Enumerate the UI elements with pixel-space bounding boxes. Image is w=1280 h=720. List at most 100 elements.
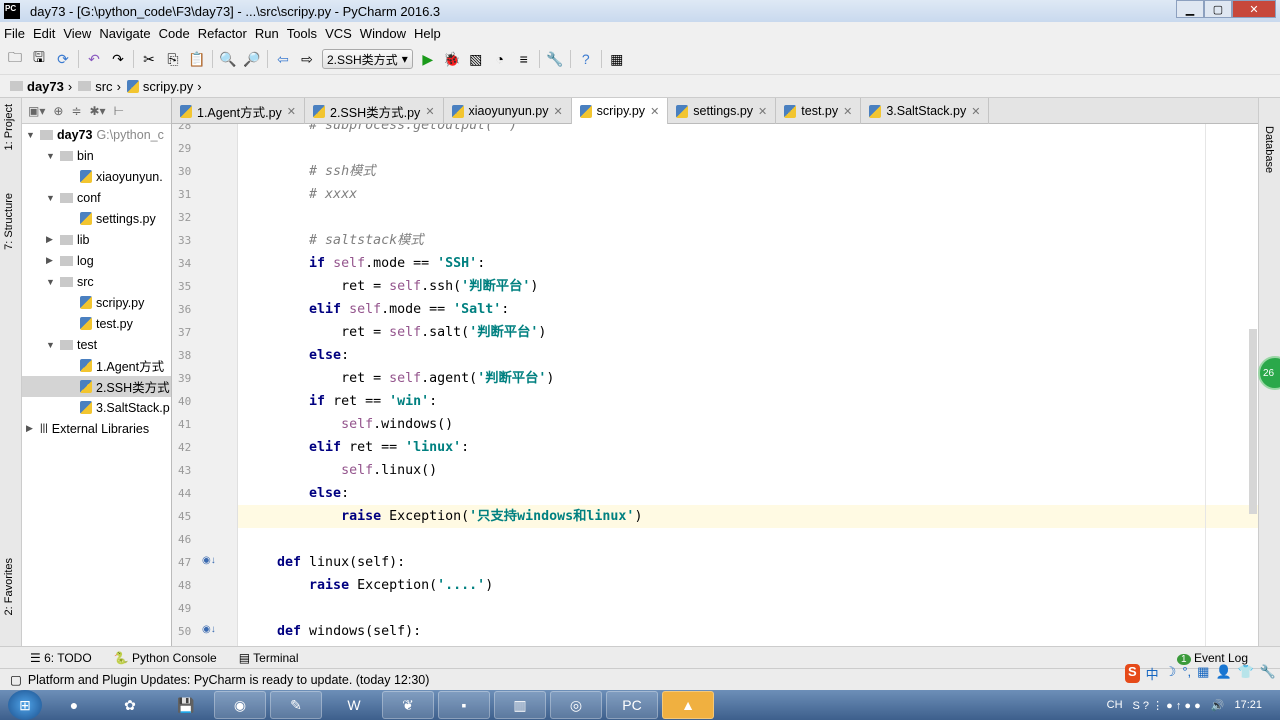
replace-icon[interactable]: 🔎 bbox=[243, 50, 261, 68]
find-icon[interactable]: 🔍 bbox=[219, 50, 237, 68]
locate-icon[interactable]: ⊕ bbox=[53, 104, 63, 118]
tree-item[interactable]: 1.Agent方式 bbox=[22, 355, 171, 376]
tab-settingspy[interactable]: settings.py ✕ bbox=[668, 98, 777, 124]
hide-icon[interactable]: ⊢ bbox=[114, 104, 124, 118]
settings-icon[interactable]: 🔧 bbox=[546, 50, 564, 68]
tree-item[interactable]: 2.SSH类方式 bbox=[22, 376, 171, 397]
menu-help[interactable]: Help bbox=[414, 26, 441, 41]
back-icon[interactable]: ⇦ bbox=[274, 50, 292, 68]
ime-icon[interactable]: 🔧 bbox=[1260, 664, 1276, 683]
tab-3saltstackpy[interactable]: 3.SaltStack.py ✕ bbox=[861, 98, 990, 124]
language-indicator[interactable]: CH bbox=[1107, 699, 1123, 711]
code-editor[interactable]: 28 29 30 31 32 33 34 35 36 37 38 39 40 41 42 43 44 45 46 47… bbox=[172, 124, 1258, 646]
code-line[interactable]: if ret == 'win': bbox=[245, 390, 437, 413]
tree-item[interactable]: ▶ log bbox=[22, 250, 171, 271]
close-icon[interactable]: ✕ bbox=[758, 105, 767, 118]
chevron-right-icon[interactable]: ▶ bbox=[46, 234, 56, 245]
tree-item[interactable]: ▼ day73 G:\python_c bbox=[22, 124, 171, 145]
profile-icon[interactable]: ◔ bbox=[491, 50, 509, 68]
taskbar-app-icon[interactable]: ❦ bbox=[382, 691, 434, 719]
taskbar-app-icon[interactable]: ● bbox=[50, 691, 98, 719]
tree-item[interactable]: ▶ lib bbox=[22, 229, 171, 250]
close-icon[interactable]: ✕ bbox=[553, 105, 562, 118]
run-config-select[interactable]: 2.SSH类方式 ▾ bbox=[322, 49, 413, 69]
taskbar-app-icon[interactable]: ▲ bbox=[662, 691, 714, 719]
code-line[interactable]: # xxxx bbox=[245, 183, 357, 206]
tree-item[interactable]: 3.SaltStack.p bbox=[22, 397, 171, 418]
tab-1agentpy[interactable]: 1.Agent方式.py ✕ bbox=[172, 98, 305, 124]
taskbar-app-icon[interactable]: ✿ bbox=[106, 691, 154, 719]
help-icon[interactable]: ? bbox=[577, 50, 595, 68]
volume-icon[interactable]: 🔊 bbox=[1211, 699, 1225, 712]
code-line[interactable]: raise Exception('只支持windows和linux') bbox=[245, 505, 642, 528]
open-icon[interactable]: 🗀 bbox=[6, 49, 24, 68]
code-line[interactable]: # subprocess.getoutput('') bbox=[245, 124, 517, 137]
tool-window-project[interactable]: 1: Project bbox=[3, 104, 15, 150]
chevron-down-icon[interactable]: ▼ bbox=[46, 277, 56, 287]
tree-item[interactable]: ▼ bin bbox=[22, 145, 171, 166]
tab-testpy[interactable]: test.py ✕ bbox=[776, 98, 862, 124]
copy-icon[interactable]: ⎘ bbox=[164, 50, 182, 68]
close-icon[interactable]: ✕ bbox=[650, 105, 659, 118]
tool-window-database[interactable]: Database bbox=[1263, 126, 1275, 173]
tree-item[interactable]: ▼ conf bbox=[22, 187, 171, 208]
editor-scrollbar[interactable] bbox=[1249, 329, 1257, 514]
tree-item[interactable]: xiaoyunyun. bbox=[22, 166, 171, 187]
tree-item[interactable]: ▶ ||| External Libraries bbox=[22, 418, 171, 439]
paste-icon[interactable]: 📋 bbox=[188, 50, 206, 68]
taskbar-pycharm[interactable]: PC bbox=[606, 691, 658, 719]
code-line[interactable]: self.windows() bbox=[245, 413, 453, 436]
ime-icon[interactable]: S bbox=[1124, 664, 1140, 683]
tool-window-structure[interactable]: 7: Structure bbox=[3, 193, 15, 250]
chevron-down-icon[interactable]: ▼ bbox=[46, 193, 56, 203]
clock[interactable]: 17:21 bbox=[1234, 699, 1262, 711]
code-line[interactable]: elif ret == 'linux': bbox=[245, 436, 469, 459]
tab-2sshpy[interactable]: 2.SSH类方式.py ✕ bbox=[305, 98, 444, 124]
undo-icon[interactable]: ↶ bbox=[85, 50, 103, 68]
todo-tool-button[interactable]: ☰ 6: TODO bbox=[30, 651, 92, 665]
menu-tools[interactable]: Tools bbox=[287, 26, 317, 41]
close-icon[interactable]: ✕ bbox=[843, 105, 852, 118]
code-line[interactable]: def linux(self): bbox=[245, 551, 405, 574]
menu-vcs[interactable]: VCS bbox=[325, 26, 352, 41]
tray-icon[interactable]: S ? ⋮ ● ↑ ● ● bbox=[1133, 699, 1201, 712]
menu-run[interactable]: Run bbox=[255, 26, 279, 41]
code-line[interactable]: # saltstack模式 bbox=[245, 229, 424, 252]
code-line[interactable]: ret = self.salt('判断平台') bbox=[245, 321, 546, 344]
code-line[interactable]: self.linux() bbox=[245, 459, 437, 482]
ime-icon[interactable]: 👕 bbox=[1238, 664, 1254, 683]
ime-icon[interactable]: ▦ bbox=[1197, 664, 1209, 683]
start-button[interactable]: ⊞ bbox=[8, 690, 42, 720]
taskbar-notepad[interactable]: ✎ bbox=[270, 691, 322, 719]
collapse-icon[interactable]: ≑ bbox=[71, 104, 81, 118]
code-line[interactable]: raise Exception('....') bbox=[245, 574, 493, 597]
taskbar-cmd[interactable]: ▪ bbox=[438, 691, 490, 719]
event-log-button[interactable]: 1 Event Log bbox=[1177, 651, 1248, 665]
code-line[interactable]: else: bbox=[245, 344, 349, 367]
ime-icon[interactable]: 中 bbox=[1146, 664, 1159, 683]
close-icon[interactable]: ✕ bbox=[1232, 0, 1276, 18]
run-icon[interactable]: ▶ bbox=[419, 50, 437, 68]
chevron-down-icon[interactable]: ▼ bbox=[46, 151, 56, 161]
taskbar-explorer[interactable]: ▥ bbox=[494, 691, 546, 719]
terminal-button[interactable]: ▤ Terminal bbox=[239, 651, 299, 665]
tree-item[interactable]: test.py bbox=[22, 313, 171, 334]
menu-navigate[interactable]: Navigate bbox=[99, 26, 150, 41]
override-marker-icon[interactable]: ◉↓ bbox=[202, 555, 216, 566]
minimize-icon[interactable]: ▁ bbox=[1176, 0, 1204, 18]
tree-item[interactable]: settings.py bbox=[22, 208, 171, 229]
ime-icon[interactable]: 👤 bbox=[1215, 664, 1231, 683]
maximize-icon[interactable]: ▢ bbox=[1204, 0, 1232, 18]
taskbar-app-icon[interactable]: 💾 bbox=[162, 691, 210, 719]
close-icon[interactable]: ✕ bbox=[425, 105, 434, 118]
forward-icon[interactable]: ⇨ bbox=[298, 50, 316, 68]
sdk-icon[interactable]: ▦ bbox=[608, 50, 626, 68]
taskbar-app-icon[interactable]: ◎ bbox=[550, 691, 602, 719]
redo-icon[interactable]: ↷ bbox=[109, 50, 127, 68]
tree-item[interactable]: scripy.py bbox=[22, 292, 171, 313]
python-console-button[interactable]: 🐍 Python Console bbox=[114, 651, 217, 665]
concurrency-icon[interactable]: ≡ bbox=[515, 50, 533, 68]
menu-window[interactable]: Window bbox=[360, 26, 406, 41]
save-icon[interactable]: 🖫 bbox=[30, 49, 48, 68]
breadcrumb-file[interactable]: scripy.py › bbox=[126, 79, 202, 94]
